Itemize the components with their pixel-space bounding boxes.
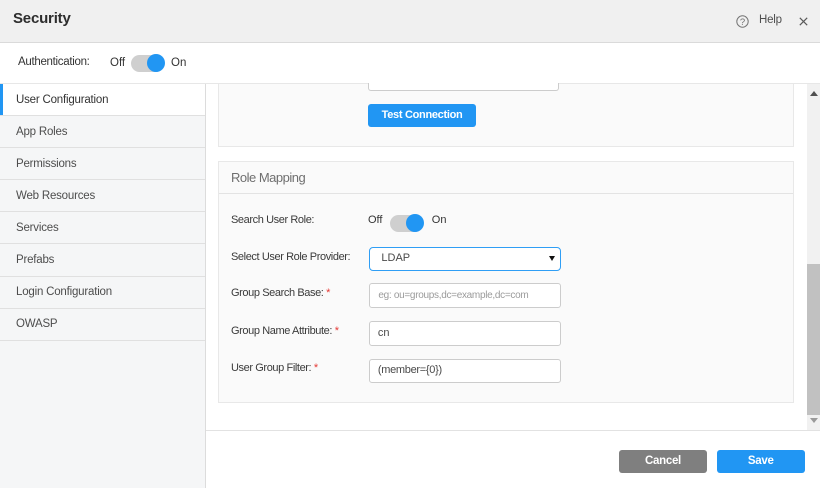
svg-text:?: ? [740,17,745,28]
